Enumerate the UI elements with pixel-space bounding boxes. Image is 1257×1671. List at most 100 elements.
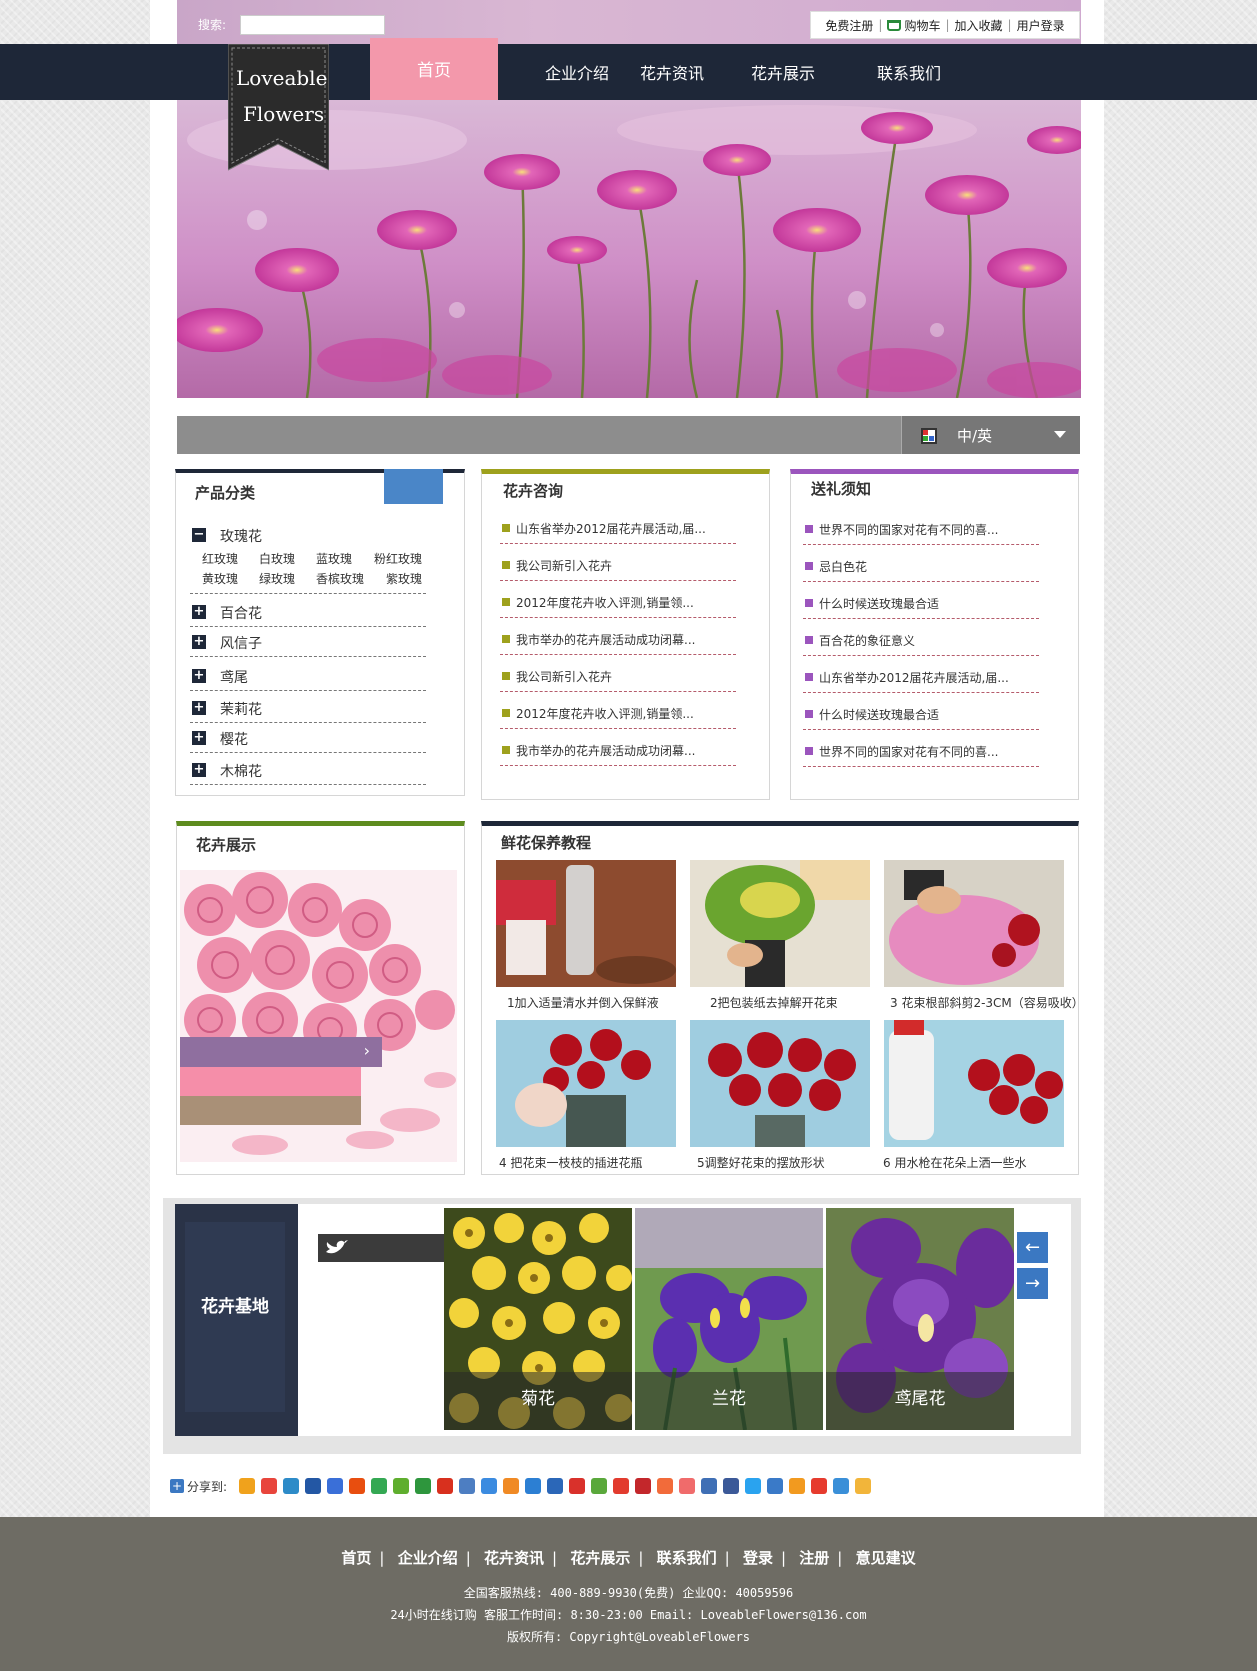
share-qzone-icon[interactable]	[239, 1478, 255, 1494]
share-tianya-icon[interactable]	[437, 1478, 453, 1494]
plus-icon[interactable]: +	[192, 763, 206, 777]
share-site-icon[interactable]	[503, 1478, 519, 1494]
share-site-icon[interactable]	[679, 1478, 695, 1494]
care-image-3[interactable]	[884, 860, 1064, 987]
news-item[interactable]: 我公司新引入花卉	[500, 656, 736, 692]
share-site-icon[interactable]	[569, 1478, 585, 1494]
news-item[interactable]: 我市举办的花卉展活动成功闭幕...	[500, 730, 736, 766]
share-site-icon[interactable]	[657, 1478, 673, 1494]
gift-item[interactable]: 世界不同的国家对花有不同的喜...	[803, 731, 1039, 767]
plus-icon[interactable]: +	[192, 701, 206, 715]
footer-link[interactable]: 花卉资讯	[484, 1549, 544, 1567]
share-baidu-icon[interactable]	[327, 1478, 343, 1494]
share-twitter-icon[interactable]	[745, 1478, 761, 1494]
footer-link[interactable]: 企业介绍	[398, 1549, 458, 1567]
sub-category-link[interactable]: 蓝玫瑰	[316, 550, 352, 567]
care-photo	[496, 1020, 676, 1147]
sub-category-link[interactable]: 紫玫瑰	[386, 570, 422, 587]
nav-item-news[interactable]: 花卉资讯	[640, 44, 704, 104]
footer-link[interactable]: 联系我们	[657, 1549, 717, 1567]
cart-link[interactable]: 购物车	[904, 17, 940, 34]
nav-item-about[interactable]: 企业介绍	[545, 44, 609, 104]
share-site-icon[interactable]	[525, 1478, 541, 1494]
footer-link[interactable]: 首页	[341, 1549, 371, 1567]
sub-category-link[interactable]: 绿玫瑰	[259, 570, 295, 587]
news-item[interactable]: 2012年度花卉收入评测,销量领...	[500, 693, 736, 729]
category-item[interactable]: + 鸢尾	[190, 661, 426, 691]
share-weibo-icon[interactable]	[261, 1478, 277, 1494]
sub-category-link[interactable]: 白玫瑰	[259, 550, 295, 567]
care-image-1[interactable]	[496, 860, 676, 987]
flag-icon	[921, 428, 937, 444]
gift-item[interactable]: 世界不同的国家对花有不同的喜...	[803, 509, 1039, 545]
share-site-icon[interactable]	[833, 1478, 849, 1494]
arrow-right-icon[interactable]: →	[1017, 1268, 1048, 1299]
footer-link[interactable]: 花卉展示	[570, 1549, 630, 1567]
plus-icon[interactable]: +	[192, 605, 206, 619]
share-site-icon[interactable]	[591, 1478, 607, 1494]
share-site-icon[interactable]	[459, 1478, 475, 1494]
showcase-link-2[interactable]	[180, 1067, 361, 1096]
share-site-icon[interactable]	[481, 1478, 497, 1494]
gift-item[interactable]: 忌白色花	[803, 546, 1039, 582]
share-bookmark-icon[interactable]	[393, 1478, 409, 1494]
nav-item-contact[interactable]: 联系我们	[877, 44, 941, 104]
footer-link[interactable]: 登录	[743, 1549, 773, 1567]
care-image-6[interactable]	[884, 1020, 1064, 1147]
sub-category-link[interactable]: 香槟玫瑰	[316, 570, 364, 587]
share-kaixin-icon[interactable]	[349, 1478, 365, 1494]
search-input[interactable]	[240, 15, 385, 35]
care-image-5[interactable]	[690, 1020, 870, 1147]
gallery-item-orchid[interactable]: 兰花	[635, 1208, 823, 1430]
category-item[interactable]: + 木棉花	[190, 755, 426, 785]
share-site-icon[interactable]	[701, 1478, 717, 1494]
cart-icon[interactable]	[887, 19, 902, 31]
sub-category-link[interactable]: 粉红玫瑰	[374, 550, 422, 567]
news-item[interactable]: 我公司新引入花卉	[500, 545, 736, 581]
category-item[interactable]: + 风信子	[190, 627, 426, 657]
sub-category-link[interactable]: 红玫瑰	[202, 550, 238, 567]
nav-item-home[interactable]: 首页	[370, 38, 498, 104]
showcase-link-3[interactable]	[180, 1096, 361, 1125]
gift-item[interactable]: 什么时候送玫瑰最合适	[803, 694, 1039, 730]
category-item[interactable]: + 樱花	[190, 723, 426, 753]
share-site-icon[interactable]	[767, 1478, 783, 1494]
showcase-link-1[interactable]: ›	[180, 1037, 382, 1067]
share-icon[interactable]: +	[170, 1479, 184, 1493]
favorite-link[interactable]: 加入收藏	[955, 17, 1003, 34]
share-facebook-icon[interactable]	[723, 1478, 739, 1494]
share-site-icon[interactable]	[789, 1478, 805, 1494]
plus-icon[interactable]: +	[192, 635, 206, 649]
share-site-icon[interactable]	[547, 1478, 563, 1494]
care-image-4[interactable]	[496, 1020, 676, 1147]
news-item[interactable]: 我市举办的花卉展活动成功闭幕...	[500, 619, 736, 655]
nav-item-showcase[interactable]: 花卉展示	[751, 44, 815, 104]
share-pengyou-icon[interactable]	[283, 1478, 299, 1494]
footer-link[interactable]: 注册	[799, 1549, 829, 1567]
share-site-icon[interactable]	[613, 1478, 629, 1494]
share-site-icon[interactable]	[811, 1478, 827, 1494]
plus-icon[interactable]: +	[192, 669, 206, 683]
gift-item[interactable]: 山东省举办2012届花卉展活动,届...	[803, 657, 1039, 693]
share-clover-icon[interactable]	[371, 1478, 387, 1494]
footer-link[interactable]: 意见建议	[856, 1549, 916, 1567]
news-item[interactable]: 山东省举办2012届花卉展活动,届...	[500, 508, 736, 544]
share-site-icon[interactable]	[855, 1478, 871, 1494]
category-item[interactable]: + 茉莉花	[190, 693, 426, 723]
share-douban-icon[interactable]	[415, 1478, 431, 1494]
register-link[interactable]: 免费注册	[825, 17, 873, 34]
category-item[interactable]: + 百合花	[190, 597, 426, 627]
login-link[interactable]: 用户登录	[1017, 17, 1065, 34]
gallery-item-iris[interactable]: 鸢尾花	[826, 1208, 1014, 1430]
arrow-left-icon[interactable]: ←	[1017, 1232, 1048, 1263]
share-renren-icon[interactable]	[305, 1478, 321, 1494]
sub-category-link[interactable]: 黄玫瑰	[202, 570, 238, 587]
share-site-icon[interactable]	[635, 1478, 651, 1494]
news-item[interactable]: 2012年度花卉收入评测,销量领...	[500, 582, 736, 618]
care-image-2[interactable]	[690, 860, 870, 987]
minus-icon[interactable]: −	[192, 528, 206, 542]
gift-item[interactable]: 什么时候送玫瑰最合适	[803, 583, 1039, 619]
gallery-item-chrysanthemum[interactable]: 菊花	[444, 1208, 632, 1430]
plus-icon[interactable]: +	[192, 731, 206, 745]
gift-item[interactable]: 百合花的象征意义	[803, 620, 1039, 656]
